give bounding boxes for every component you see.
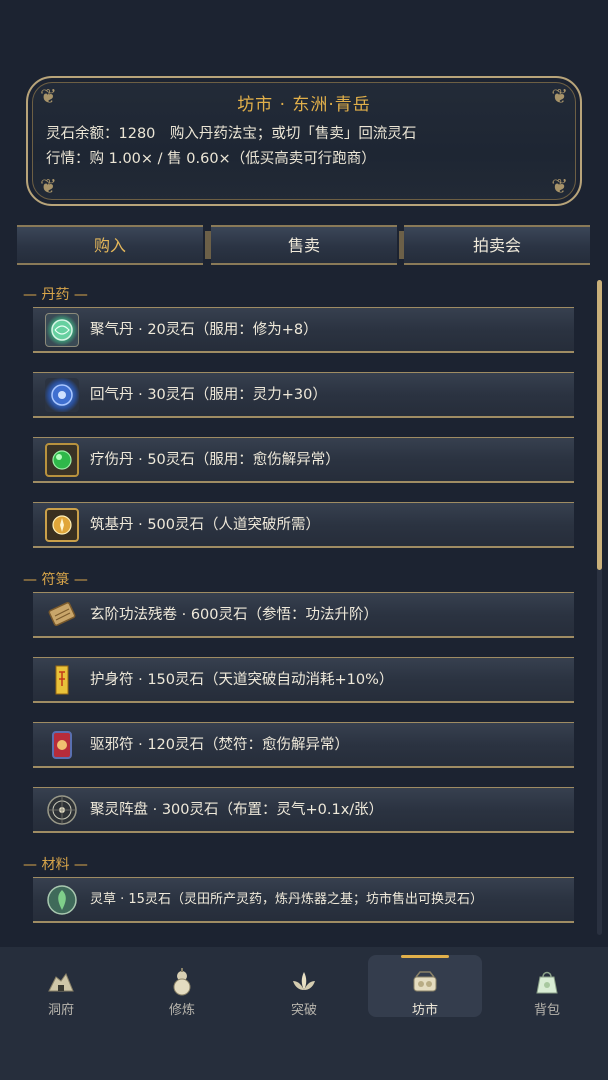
goods-list: — 丹药 — 聚气丹 · 20灵石（服用：修为+8） 回气丹 · 30灵石（服用…	[0, 280, 608, 940]
exorcism-talisman-icon	[45, 728, 79, 762]
nav-item-cultivate[interactable]: 修炼	[125, 955, 239, 1018]
tab-buy[interactable]: 购入	[17, 225, 211, 265]
item-label: 聚气丹 · 20灵石（服用：修为+8）	[90, 322, 318, 338]
market-header-panel: ❦ ❦ ❦ ❦ 坊市 · 东洲·青岳 灵石余额：1280 购入丹药法宝；或切「售…	[26, 76, 582, 206]
list-item[interactable]: 驱邪符 · 120灵石（焚符：愈伤解异常）	[33, 722, 574, 768]
nav-label: 洞府	[47, 1003, 74, 1018]
gold-pill-icon	[45, 508, 79, 542]
cave-icon	[48, 972, 74, 992]
blue-pill-icon	[45, 378, 79, 412]
item-label: 聚灵阵盘 · 300灵石（布置：灵气+0.1x/张）	[90, 802, 384, 818]
nav-item-breakthrough[interactable]: 突破	[247, 955, 361, 1018]
nav-item-cave[interactable]: 洞府	[4, 955, 118, 1018]
array-disk-icon	[45, 793, 79, 827]
nav-label: 坊市	[411, 1003, 438, 1018]
corner-ornament-icon: ❦	[40, 174, 57, 198]
nav-label: 修炼	[168, 1003, 195, 1018]
corner-ornament-icon: ❦	[551, 174, 568, 198]
list-item[interactable]: 疗伤丹 · 50灵石（服用：愈伤解异常）	[33, 437, 574, 483]
balance-info: 灵石余额：1280 购入丹药法宝；或切「售卖」回流灵石	[46, 126, 417, 142]
list-item[interactable]: 玄阶功法残卷 · 600灵石（参悟：功法升阶）	[33, 592, 574, 638]
tab-buy-label: 购入	[93, 236, 126, 255]
list-item[interactable]: 筑基丹 · 500灵石（人道突破所需）	[33, 502, 574, 548]
item-label: 筑基丹 · 500灵石（人道突破所需）	[90, 517, 321, 533]
nav-label: 背包	[533, 1003, 560, 1018]
item-label: 回气丹 · 30灵石（服用：灵力+30）	[90, 387, 327, 403]
market-rate-info: 行情：购 1.00× / 售 0.60×（低买高卖可行跑商）	[46, 151, 376, 167]
healing-pill-icon	[45, 443, 79, 477]
tab-auction-label: 拍卖会	[472, 236, 521, 255]
list-item[interactable]: 灵草 · 15灵石（灵田所产灵药，炼丹炼器之基；坊市售出可换灵石）	[33, 877, 574, 923]
list-item[interactable]: 聚气丹 · 20灵石（服用：修为+8）	[33, 307, 574, 353]
section-title-materials: — 材料 —	[23, 857, 88, 873]
list-item[interactable]: 回气丹 · 30灵石（服用：灵力+30）	[33, 372, 574, 418]
nav-label: 突破	[290, 1003, 317, 1018]
scroll-icon	[45, 598, 79, 632]
market-icon	[413, 971, 437, 992]
item-label: 护身符 · 150灵石（天道突破自动消耗+10%）	[90, 672, 394, 688]
herb-icon	[45, 883, 79, 917]
item-label: 灵草 · 15灵石（灵田所产灵药，炼丹炼器之基；坊市售出可换灵石）	[90, 892, 483, 907]
bag-icon	[536, 971, 558, 994]
list-item[interactable]: 聚灵阵盘 · 300灵石（布置：灵气+0.1x/张）	[33, 787, 574, 833]
green-pill-icon	[45, 313, 79, 347]
nav-item-bag[interactable]: 背包	[490, 955, 604, 1018]
nav-item-market[interactable]: 坊市	[368, 955, 482, 1018]
tab-sell[interactable]: 售卖	[211, 225, 405, 265]
active-indicator	[401, 955, 449, 958]
item-label: 玄阶功法残卷 · 600灵石（参悟：功法升阶）	[90, 607, 379, 623]
section-title-talismans: — 符箓 —	[23, 572, 88, 588]
talisman-icon	[45, 663, 79, 697]
tab-sell-label: 售卖	[287, 236, 320, 255]
section-title-pills: — 丹药 —	[23, 287, 88, 303]
tab-auction[interactable]: 拍卖会	[404, 225, 590, 265]
gourd-icon	[173, 968, 191, 996]
market-title: 坊市 · 东洲·青岳	[237, 95, 371, 115]
list-item[interactable]: 护身符 · 150灵石（天道突破自动消耗+10%）	[33, 657, 574, 703]
lotus-icon	[293, 972, 315, 990]
market-tabs: 购入 售卖 拍卖会	[17, 225, 590, 265]
item-label: 疗伤丹 · 50灵石（服用：愈伤解异常）	[90, 452, 340, 468]
bottom-nav: 洞府 修炼 突破 坊市 背包	[0, 947, 608, 1080]
item-label: 驱邪符 · 120灵石（焚符：愈伤解异常）	[90, 737, 350, 753]
scrollbar-thumb[interactable]	[597, 280, 602, 570]
